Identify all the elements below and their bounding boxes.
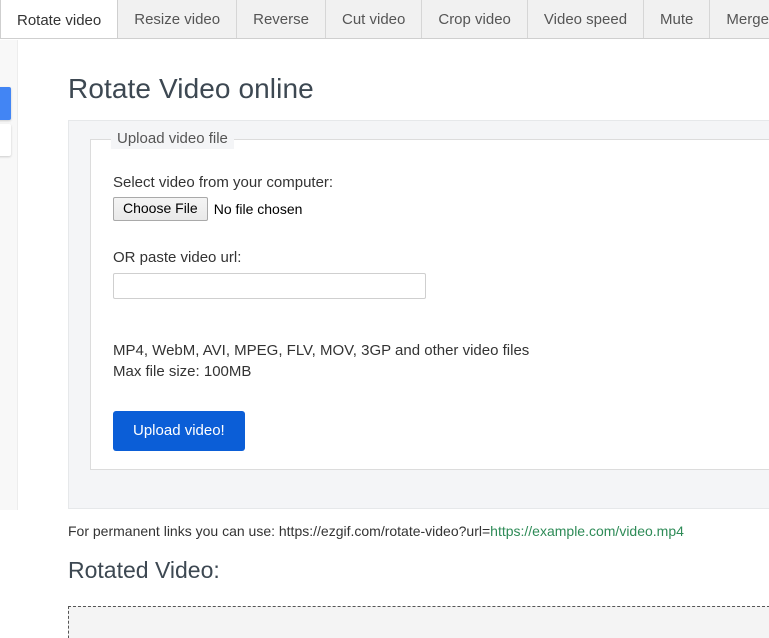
tab-reverse[interactable]: Reverse <box>237 0 326 38</box>
supported-formats-line: MP4, WebM, AVI, MPEG, FLV, MOV, 3GP and … <box>113 342 530 359</box>
left-rail-blue-widget[interactable] <box>0 87 11 120</box>
tab-cut-video[interactable]: Cut video <box>325 0 423 38</box>
tab-crop-video[interactable]: Crop video <box>422 0 528 38</box>
permalink-note: For permanent links you can use: https:/… <box>68 521 684 541</box>
result-section-title: Rotated Video: <box>68 557 220 583</box>
tab-label: Cut video <box>341 11 406 28</box>
tab-label: Merge video <box>726 11 769 28</box>
upload-fieldset-legend: Upload video file <box>111 129 234 149</box>
format-info: MP4, WebM, AVI, MPEG, FLV, MOV, 3GP and … <box>113 340 769 382</box>
file-input-row: Choose File No file chosen <box>113 197 769 221</box>
tab-label: Reverse <box>253 11 309 28</box>
tab-label: Crop video <box>438 11 511 28</box>
tab-rotate-video[interactable]: Rotate video <box>0 0 119 38</box>
upload-form: Select video from your computer: Choose … <box>91 140 769 451</box>
tab-mute[interactable]: Mute <box>644 0 711 38</box>
tab-merge-video[interactable]: Merge video <box>710 0 769 38</box>
tab-label: Video speed <box>543 11 628 28</box>
file-select-label: Select video from your computer: <box>113 174 334 191</box>
tab-bar: Rotate video Resize video Reverse Cut vi… <box>0 0 769 39</box>
tab-video-speed[interactable]: Video speed <box>527 0 645 38</box>
permalink-example-url: https://example.com/video.mp4 <box>490 523 684 539</box>
url-input-label: OR paste video url: <box>113 249 242 266</box>
left-rail-white-widget[interactable] <box>0 124 11 156</box>
no-file-chosen-text: No file chosen <box>213 201 303 217</box>
main-content: Rotate Video online Upload video file Se… <box>19 40 769 638</box>
tab-label: Resize video <box>134 11 221 28</box>
tab-label: Rotate video <box>17 11 102 29</box>
result-video-placeholder <box>68 606 769 638</box>
tab-resize-video[interactable]: Resize video <box>118 0 238 38</box>
choose-file-button[interactable]: Choose File <box>113 197 208 221</box>
permalink-prefix: For permanent links you can use: https:/… <box>68 523 491 539</box>
page-title: Rotate Video online <box>68 73 314 104</box>
tab-label: Mute <box>660 11 694 28</box>
upload-fieldset: Upload video file Select video from your… <box>90 129 769 470</box>
video-url-input[interactable] <box>113 273 426 299</box>
max-file-size-line: Max file size: 100MB <box>113 363 252 380</box>
upload-panel: Upload video file Select video from your… <box>68 120 769 509</box>
upload-video-button[interactable]: Upload video! <box>113 411 245 451</box>
